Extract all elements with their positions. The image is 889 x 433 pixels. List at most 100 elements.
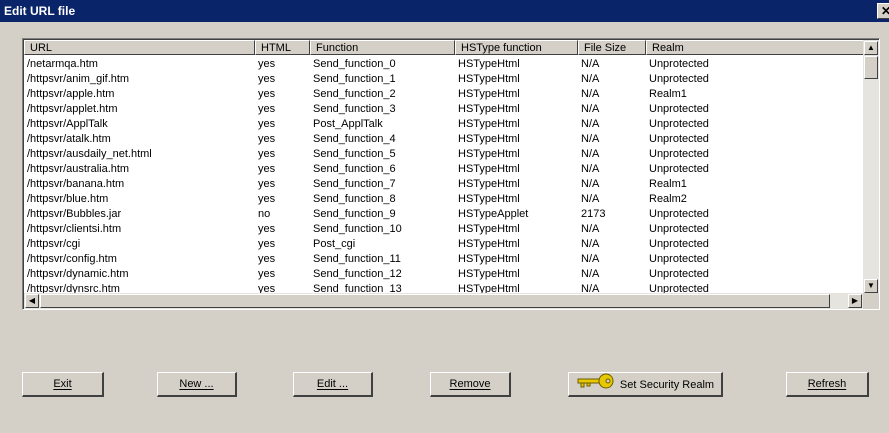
cell-url: /netarmqa.htm	[27, 58, 98, 70]
cell-url: /httpsvr/blue.htm	[27, 193, 109, 205]
cell-function: Post_ApplTalk	[313, 118, 383, 130]
scroll-left-button[interactable]: ◀	[25, 294, 39, 308]
cell-function: Send_function_2	[313, 88, 396, 100]
cell-html: yes	[258, 58, 276, 70]
table-row[interactable]: /httpsvr/dynamic.htm yes Send_function_12 H…	[24, 267, 864, 282]
table-row[interactable]: /httpsvr/banana.htm yes Send_function_7 HST…	[24, 177, 864, 192]
table-row[interactable]: /httpsvr/blue.htm yes Send_function_8 HSTyp…	[24, 192, 864, 207]
cell-function: Send_function_11	[313, 253, 401, 265]
table-row[interactable]: /httpsvr/cgi yes Post_cgi HSTypeHtml N/A Unpr…	[24, 237, 864, 252]
vertical-scrollbar[interactable]: ▲ ▼	[863, 40, 879, 294]
table-row[interactable]: /httpsvr/clientsi.htm yes Send_function_10…	[24, 222, 864, 237]
new-button[interactable]: New ...	[157, 372, 237, 397]
cell-file-size: N/A	[581, 133, 600, 145]
cell-realm: Unprotected	[649, 208, 709, 220]
cell-file-size: N/A	[581, 193, 600, 205]
arrow-up-icon: ▲	[867, 43, 875, 52]
cell-file-size: N/A	[581, 268, 600, 280]
table-row[interactable]: /httpsvr/ausdaily_net.html yes Send_functi…	[24, 147, 864, 162]
cell-file-size: N/A	[581, 58, 600, 70]
column-header-html[interactable]: HTML	[255, 40, 310, 55]
cell-html: yes	[258, 178, 276, 190]
cell-hstype-function: HSTypeHtml	[458, 73, 520, 85]
cell-url: /httpsvr/ApplTalk	[27, 118, 108, 130]
column-header-function[interactable]: Function	[310, 40, 455, 55]
cell-hstype-function: HSTypeHtml	[458, 133, 520, 145]
arrow-right-icon: ▶	[851, 296, 859, 305]
cell-url: /httpsvr/atalk.htm	[27, 133, 111, 145]
table-row[interactable]: /netarmqa.htm yes Send_function_0 HSTypeHtm…	[24, 57, 864, 72]
cell-hstype-function: HSTypeApplet	[458, 208, 529, 220]
url-list[interactable]: URL HTML Function HSType function File S…	[22, 38, 880, 310]
cell-function: Send_function_8	[313, 193, 396, 205]
remove-button[interactable]: Remove	[430, 372, 511, 397]
cell-file-size: N/A	[581, 103, 600, 115]
vertical-scroll-thumb[interactable]	[864, 56, 878, 79]
cell-hstype-function: HSTypeHtml	[458, 238, 520, 250]
list-header: URL HTML Function HSType function File S…	[24, 40, 864, 57]
scroll-down-button[interactable]: ▼	[864, 279, 878, 293]
scroll-right-button[interactable]: ▶	[848, 294, 862, 308]
edit-button[interactable]: Edit ...	[293, 372, 373, 397]
cell-hstype-function: HSTypeHtml	[458, 193, 520, 205]
cell-realm: Realm2	[649, 193, 687, 205]
cell-html: yes	[258, 118, 276, 130]
cell-file-size: N/A	[581, 118, 600, 130]
column-header-realm[interactable]: Realm	[646, 40, 864, 55]
cell-realm: Unprotected	[649, 148, 709, 160]
cell-file-size: N/A	[581, 88, 600, 100]
cell-html: yes	[258, 193, 276, 205]
key-icon	[576, 373, 616, 397]
close-button[interactable]: ✕	[877, 3, 889, 19]
cell-realm: Unprotected	[649, 223, 709, 235]
window-title: Edit URL file	[4, 4, 76, 18]
cell-function: Send_function_5	[313, 148, 396, 160]
cell-file-size: N/A	[581, 73, 600, 85]
table-row[interactable]: /httpsvr/apple.htm yes Send_function_2 HSTy…	[24, 87, 864, 102]
cell-hstype-function: HSTypeHtml	[458, 88, 520, 100]
table-row[interactable]: /httpsvr/Bubbles.jar no Send_function_9 HST…	[24, 207, 864, 222]
cell-realm: Unprotected	[649, 253, 709, 265]
cell-url: /httpsvr/Bubbles.jar	[27, 208, 122, 220]
cell-hstype-function: HSTypeHtml	[458, 178, 520, 190]
horizontal-scrollbar[interactable]: ◀ ▶	[24, 293, 864, 309]
cell-html: yes	[258, 73, 276, 85]
cell-function: Send_function_7	[313, 178, 396, 190]
horizontal-scroll-thumb[interactable]	[40, 294, 830, 308]
cell-function: Send_function_9	[313, 208, 396, 220]
cell-realm: Unprotected	[649, 238, 709, 250]
cell-hstype-function: HSTypeHtml	[458, 148, 520, 160]
cell-url: /httpsvr/clientsi.htm	[27, 223, 122, 235]
cell-file-size: N/A	[581, 178, 600, 190]
set-security-realm-label: Set Security Realm	[619, 378, 715, 391]
cell-hstype-function: HSTypeHtml	[458, 58, 520, 70]
cell-realm: Unprotected	[649, 103, 709, 115]
cell-hstype-function: HSTypeHtml	[458, 103, 520, 115]
column-header-url[interactable]: URL	[24, 40, 255, 55]
cell-html: yes	[258, 103, 276, 115]
cell-realm: Unprotected	[649, 268, 709, 280]
cell-file-size: N/A	[581, 238, 600, 250]
column-header-hstype-function[interactable]: HSType function	[455, 40, 578, 55]
cell-file-size: N/A	[581, 253, 600, 265]
cell-url: /httpsvr/ausdaily_net.html	[27, 148, 152, 160]
cell-url: /httpsvr/dynamic.htm	[27, 268, 129, 280]
refresh-button[interactable]: Refresh	[786, 372, 869, 397]
arrow-left-icon: ◀	[28, 296, 36, 305]
cell-file-size: 2173	[581, 208, 606, 220]
close-icon: ✕	[880, 4, 889, 18]
scroll-up-button[interactable]: ▲	[864, 41, 878, 55]
table-row[interactable]: /httpsvr/anim_gif.htm yes Send_function_1 H…	[24, 72, 864, 87]
table-row[interactable]: /httpsvr/atalk.htm yes Send_function_4 HSTy…	[24, 132, 864, 147]
table-row[interactable]: /httpsvr/ApplTalk yes Post_ApplTalk HSTypeH…	[24, 117, 864, 132]
cell-hstype-function: HSTypeHtml	[458, 253, 520, 265]
table-row[interactable]: /httpsvr/australia.htm yes Send_function_6…	[24, 162, 864, 177]
exit-button[interactable]: Exit	[22, 372, 104, 397]
cell-function: Send_function_3	[313, 103, 396, 115]
set-security-realm-button[interactable]: Set Security Realm	[568, 372, 723, 397]
cell-html: yes	[258, 133, 276, 145]
cell-file-size: N/A	[581, 223, 600, 235]
column-header-file-size[interactable]: File Size	[578, 40, 646, 55]
table-row[interactable]: /httpsvr/config.htm yes Send_function_11 HS…	[24, 252, 864, 267]
table-row[interactable]: /httpsvr/applet.htm yes Send_function_3 HST…	[24, 102, 864, 117]
